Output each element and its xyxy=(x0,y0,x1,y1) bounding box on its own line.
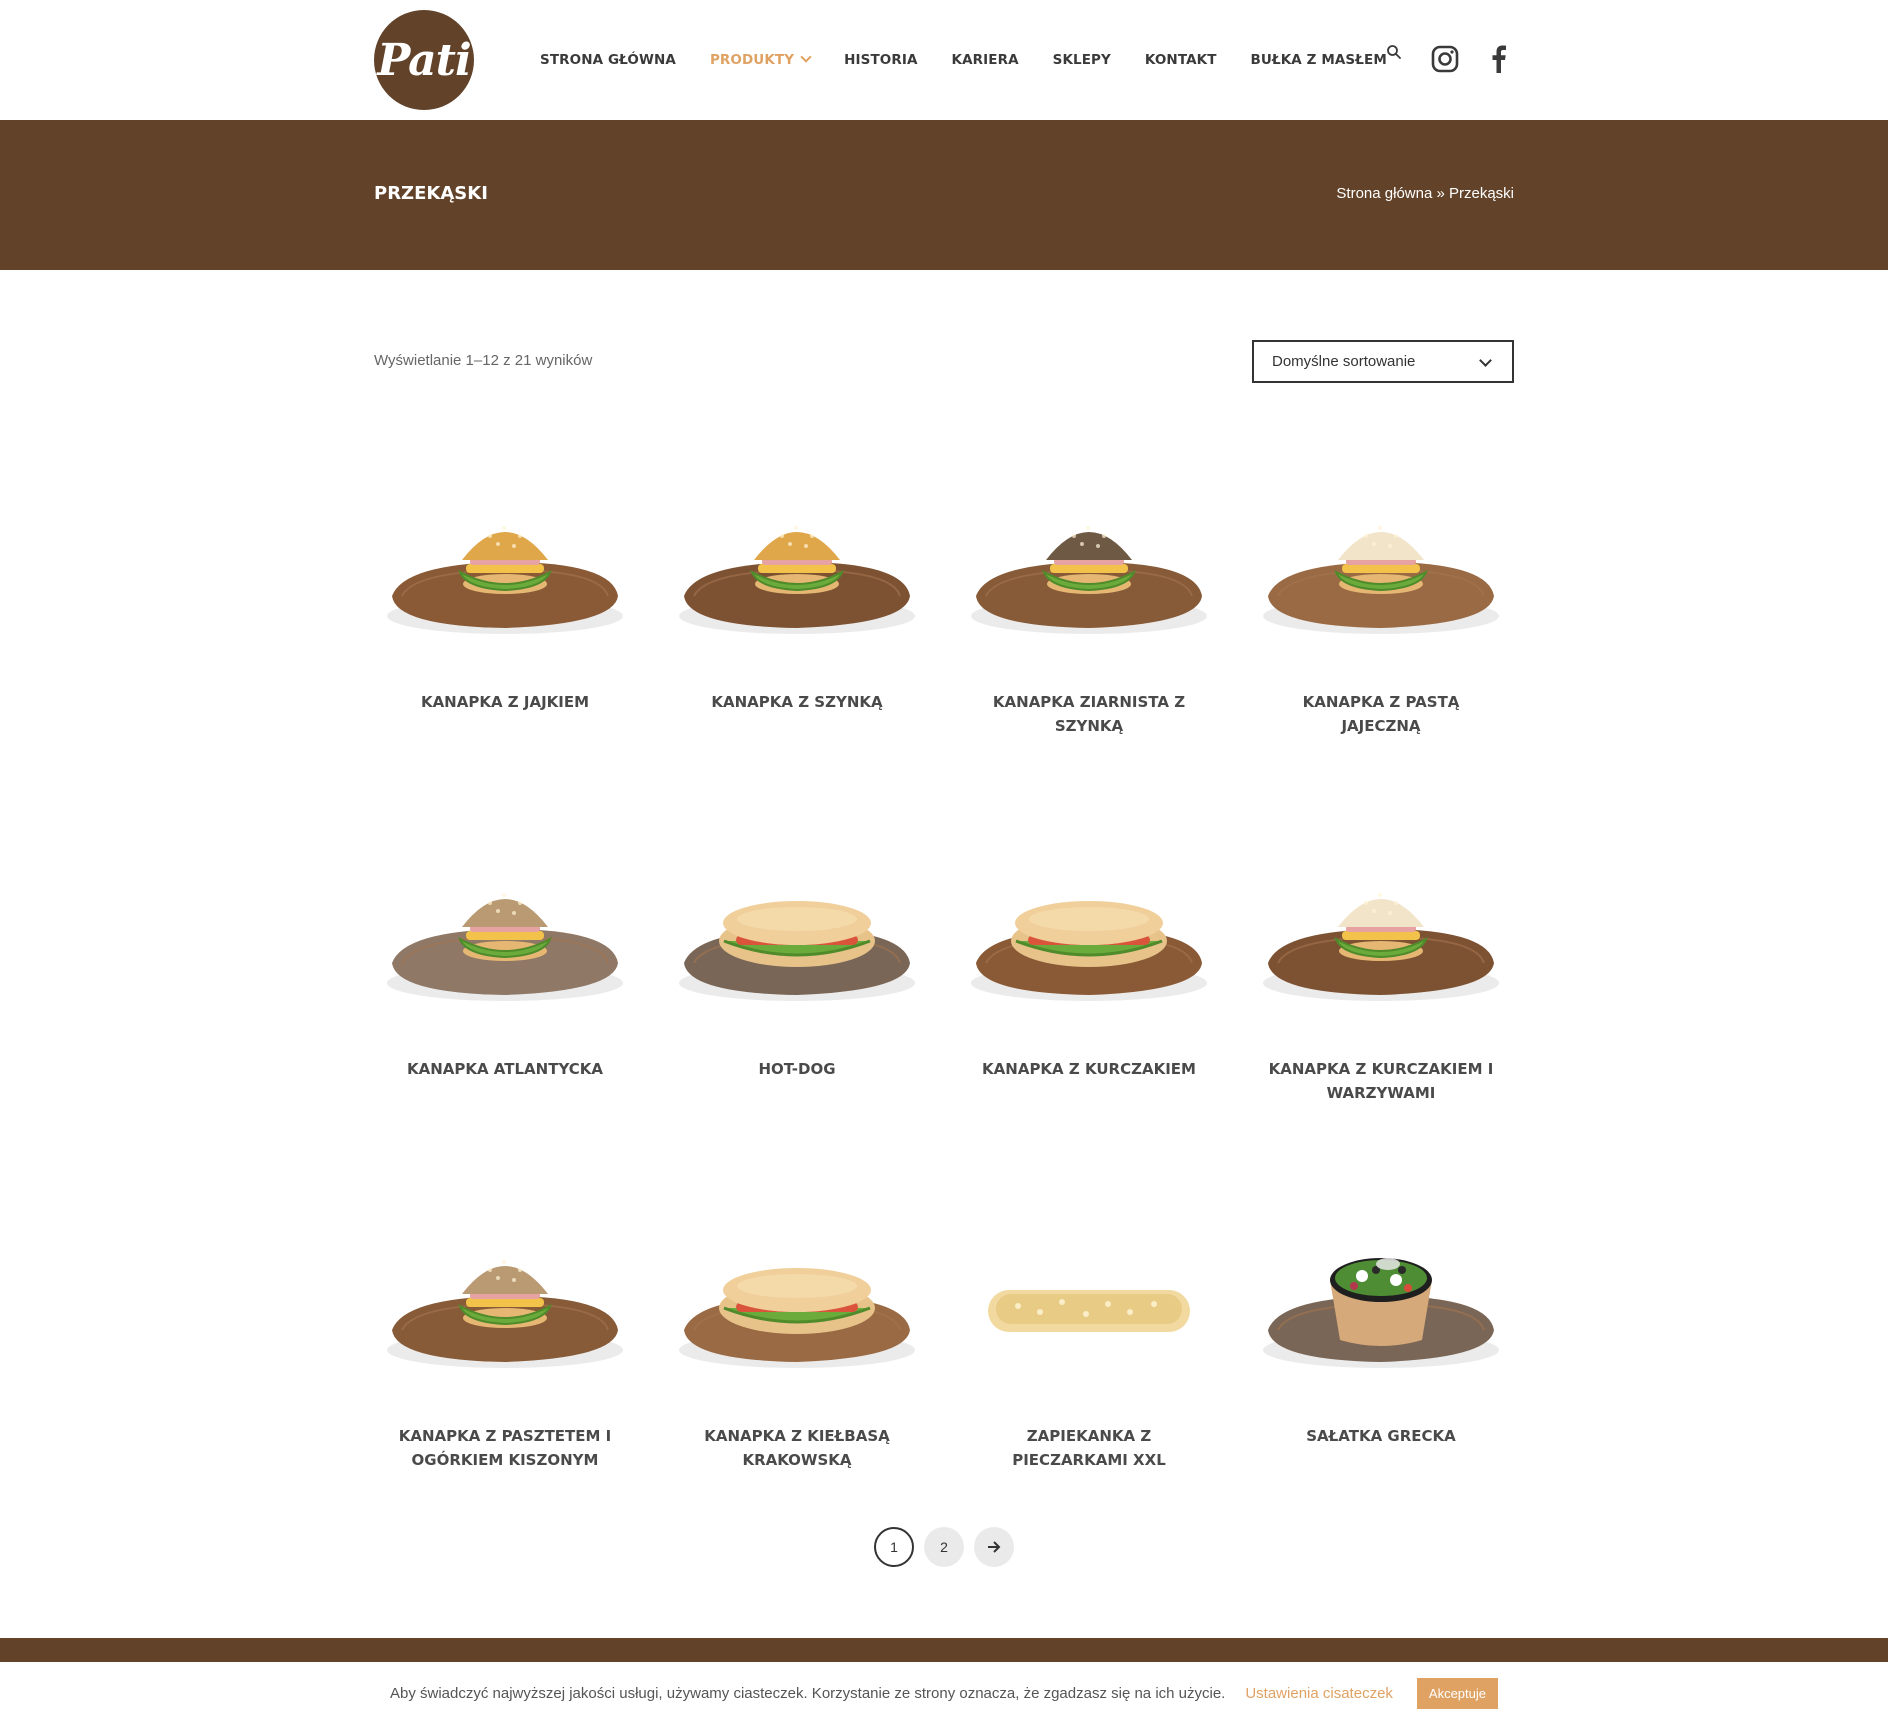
product-image[interactable] xyxy=(1250,1190,1512,1390)
product-image[interactable] xyxy=(958,823,1220,1023)
product-card[interactable]: KANAPKA Z SZYNKĄ xyxy=(666,456,928,823)
product-image[interactable] xyxy=(958,1190,1220,1390)
site-logo[interactable]: Pati xyxy=(374,10,474,110)
product-card[interactable]: KANAPKA Z KURCZAKIEM xyxy=(958,823,1220,1190)
product-card[interactable]: KANAPKA ATLANTYCKA xyxy=(374,823,636,1190)
product-card[interactable]: ZAPIEKANKA Z PIECZARKAMI XXL xyxy=(958,1190,1220,1557)
chevron-down-icon xyxy=(800,51,812,63)
product-image[interactable] xyxy=(1250,456,1512,656)
product-card[interactable]: KANAPKA Z PASZTETEM I OGÓRKIEM KISZONYM xyxy=(374,1190,636,1557)
pagination: 1 2 xyxy=(874,1527,1014,1567)
product-card[interactable]: HOT-DOG xyxy=(666,823,928,1190)
nav-item-bulka-z-maslem[interactable]: BUŁKA Z MASŁEM xyxy=(1251,52,1387,68)
product-image-wrapper[interactable] xyxy=(374,456,636,656)
product-image[interactable] xyxy=(374,1190,636,1390)
footer xyxy=(0,1638,1888,1662)
logo-text: Pati xyxy=(377,34,471,86)
product-title[interactable]: ZAPIEKANKA Z PIECZARKAMI XXL xyxy=(958,1424,1220,1472)
product-image-wrapper[interactable] xyxy=(666,823,928,1023)
product-image-wrapper[interactable] xyxy=(1250,1190,1512,1390)
product-image-wrapper[interactable] xyxy=(666,456,928,656)
product-title[interactable]: SAŁATKA GRECKA xyxy=(1250,1424,1512,1448)
product-image-wrapper[interactable] xyxy=(374,1190,636,1390)
page-2-button[interactable]: 2 xyxy=(924,1527,964,1567)
product-title[interactable]: KANAPKA Z SZYNKĄ xyxy=(666,690,928,714)
sort-select[interactable]: Domyślne sortowanie xyxy=(1252,340,1514,383)
search-icon[interactable] xyxy=(1386,44,1402,60)
cookie-text: Aby świadczyć najwyższej jakości usługi,… xyxy=(390,1685,1226,1702)
sort-select-value: Domyślne sortowanie xyxy=(1272,353,1416,370)
instagram-icon[interactable] xyxy=(1431,45,1459,73)
product-title[interactable]: KANAPKA Z PASZTETEM I OGÓRKIEM KISZONYM xyxy=(374,1424,636,1472)
product-image-wrapper[interactable] xyxy=(958,823,1220,1023)
product-image-wrapper[interactable] xyxy=(1250,456,1512,656)
nav-item-kontakt[interactable]: KONTAKT xyxy=(1145,52,1217,68)
site-header: Pati STRONA GŁÓWNA PRODUKTY HISTORIA KAR… xyxy=(0,0,1888,120)
product-image-wrapper[interactable] xyxy=(666,1190,928,1390)
nav-item-strona-glowna[interactable]: STRONA GŁÓWNA xyxy=(540,52,676,68)
nav-item-kariera[interactable]: KARIERA xyxy=(952,52,1019,68)
product-title[interactable]: KANAPKA Z KIEŁBASĄ KRAKOWSKĄ xyxy=(666,1424,928,1472)
product-title[interactable]: HOT-DOG xyxy=(666,1057,928,1081)
nav-item-sklepy[interactable]: SKLEPY xyxy=(1053,52,1111,68)
nav-item-produkty[interactable]: PRODUKTY xyxy=(710,51,812,68)
nav-item-historia[interactable]: HISTORIA xyxy=(844,52,917,68)
product-image-wrapper[interactable] xyxy=(1250,823,1512,1023)
product-image[interactable] xyxy=(374,823,636,1023)
product-image[interactable] xyxy=(374,456,636,656)
product-image[interactable] xyxy=(1250,823,1512,1023)
product-image[interactable] xyxy=(666,456,928,656)
product-image-wrapper[interactable] xyxy=(958,456,1220,656)
product-image-wrapper[interactable] xyxy=(374,823,636,1023)
page-1-button[interactable]: 1 xyxy=(874,1527,914,1567)
product-image[interactable] xyxy=(958,456,1220,656)
product-card[interactable]: KANAPKA Z JAJKIEM xyxy=(374,456,636,823)
result-count: Wyświetlanie 1–12 z 21 wyników xyxy=(374,352,593,369)
facebook-icon[interactable] xyxy=(1488,45,1510,73)
cookie-banner: Aby świadczyć najwyższej jakości usługi,… xyxy=(0,1662,1888,1725)
product-image[interactable] xyxy=(666,823,928,1023)
product-card[interactable]: SAŁATKA GRECKA xyxy=(1250,1190,1512,1557)
product-card[interactable]: KANAPKA ZIARNISTA Z SZYNKĄ xyxy=(958,456,1220,823)
product-grid: KANAPKA Z JAJKIEM KANAPKA Z SZYNKĄ KANAP… xyxy=(374,456,1514,1557)
product-title[interactable]: KANAPKA ATLANTYCKA xyxy=(374,1057,636,1081)
breadcrumb[interactable]: Strona główna » Przekąski xyxy=(1336,185,1514,202)
product-title[interactable]: KANAPKA Z JAJKIEM xyxy=(374,690,636,714)
product-image-wrapper[interactable] xyxy=(958,1190,1220,1390)
arrow-right-icon xyxy=(988,1541,1001,1553)
product-title[interactable]: KANAPKA Z PASTĄ JAJECZNĄ xyxy=(1250,690,1512,738)
product-title[interactable]: KANAPKA ZIARNISTA Z SZYNKĄ xyxy=(958,690,1220,738)
page-title-bar xyxy=(0,120,1888,270)
product-title[interactable]: KANAPKA Z KURCZAKIEM I WARZYWAMI xyxy=(1250,1057,1512,1105)
product-title[interactable]: KANAPKA Z KURCZAKIEM xyxy=(958,1057,1220,1081)
cookie-settings-link[interactable]: Ustawienia cisateczek xyxy=(1245,1685,1393,1702)
product-card[interactable]: KANAPKA Z PASTĄ JAJECZNĄ xyxy=(1250,456,1512,823)
product-image[interactable] xyxy=(666,1190,928,1390)
next-page-button[interactable] xyxy=(974,1527,1014,1567)
cookie-accept-button[interactable]: Akceptuje xyxy=(1416,1678,1498,1709)
chevron-down-icon xyxy=(1479,354,1492,367)
main-nav: STRONA GŁÓWNA PRODUKTY HISTORIA KARIERA … xyxy=(540,0,1421,120)
product-card[interactable]: KANAPKA Z KIEŁBASĄ KRAKOWSKĄ xyxy=(666,1190,928,1557)
product-card[interactable]: KANAPKA Z KURCZAKIEM I WARZYWAMI xyxy=(1250,823,1512,1190)
page-title: PRZEKĄSKI xyxy=(374,183,488,204)
